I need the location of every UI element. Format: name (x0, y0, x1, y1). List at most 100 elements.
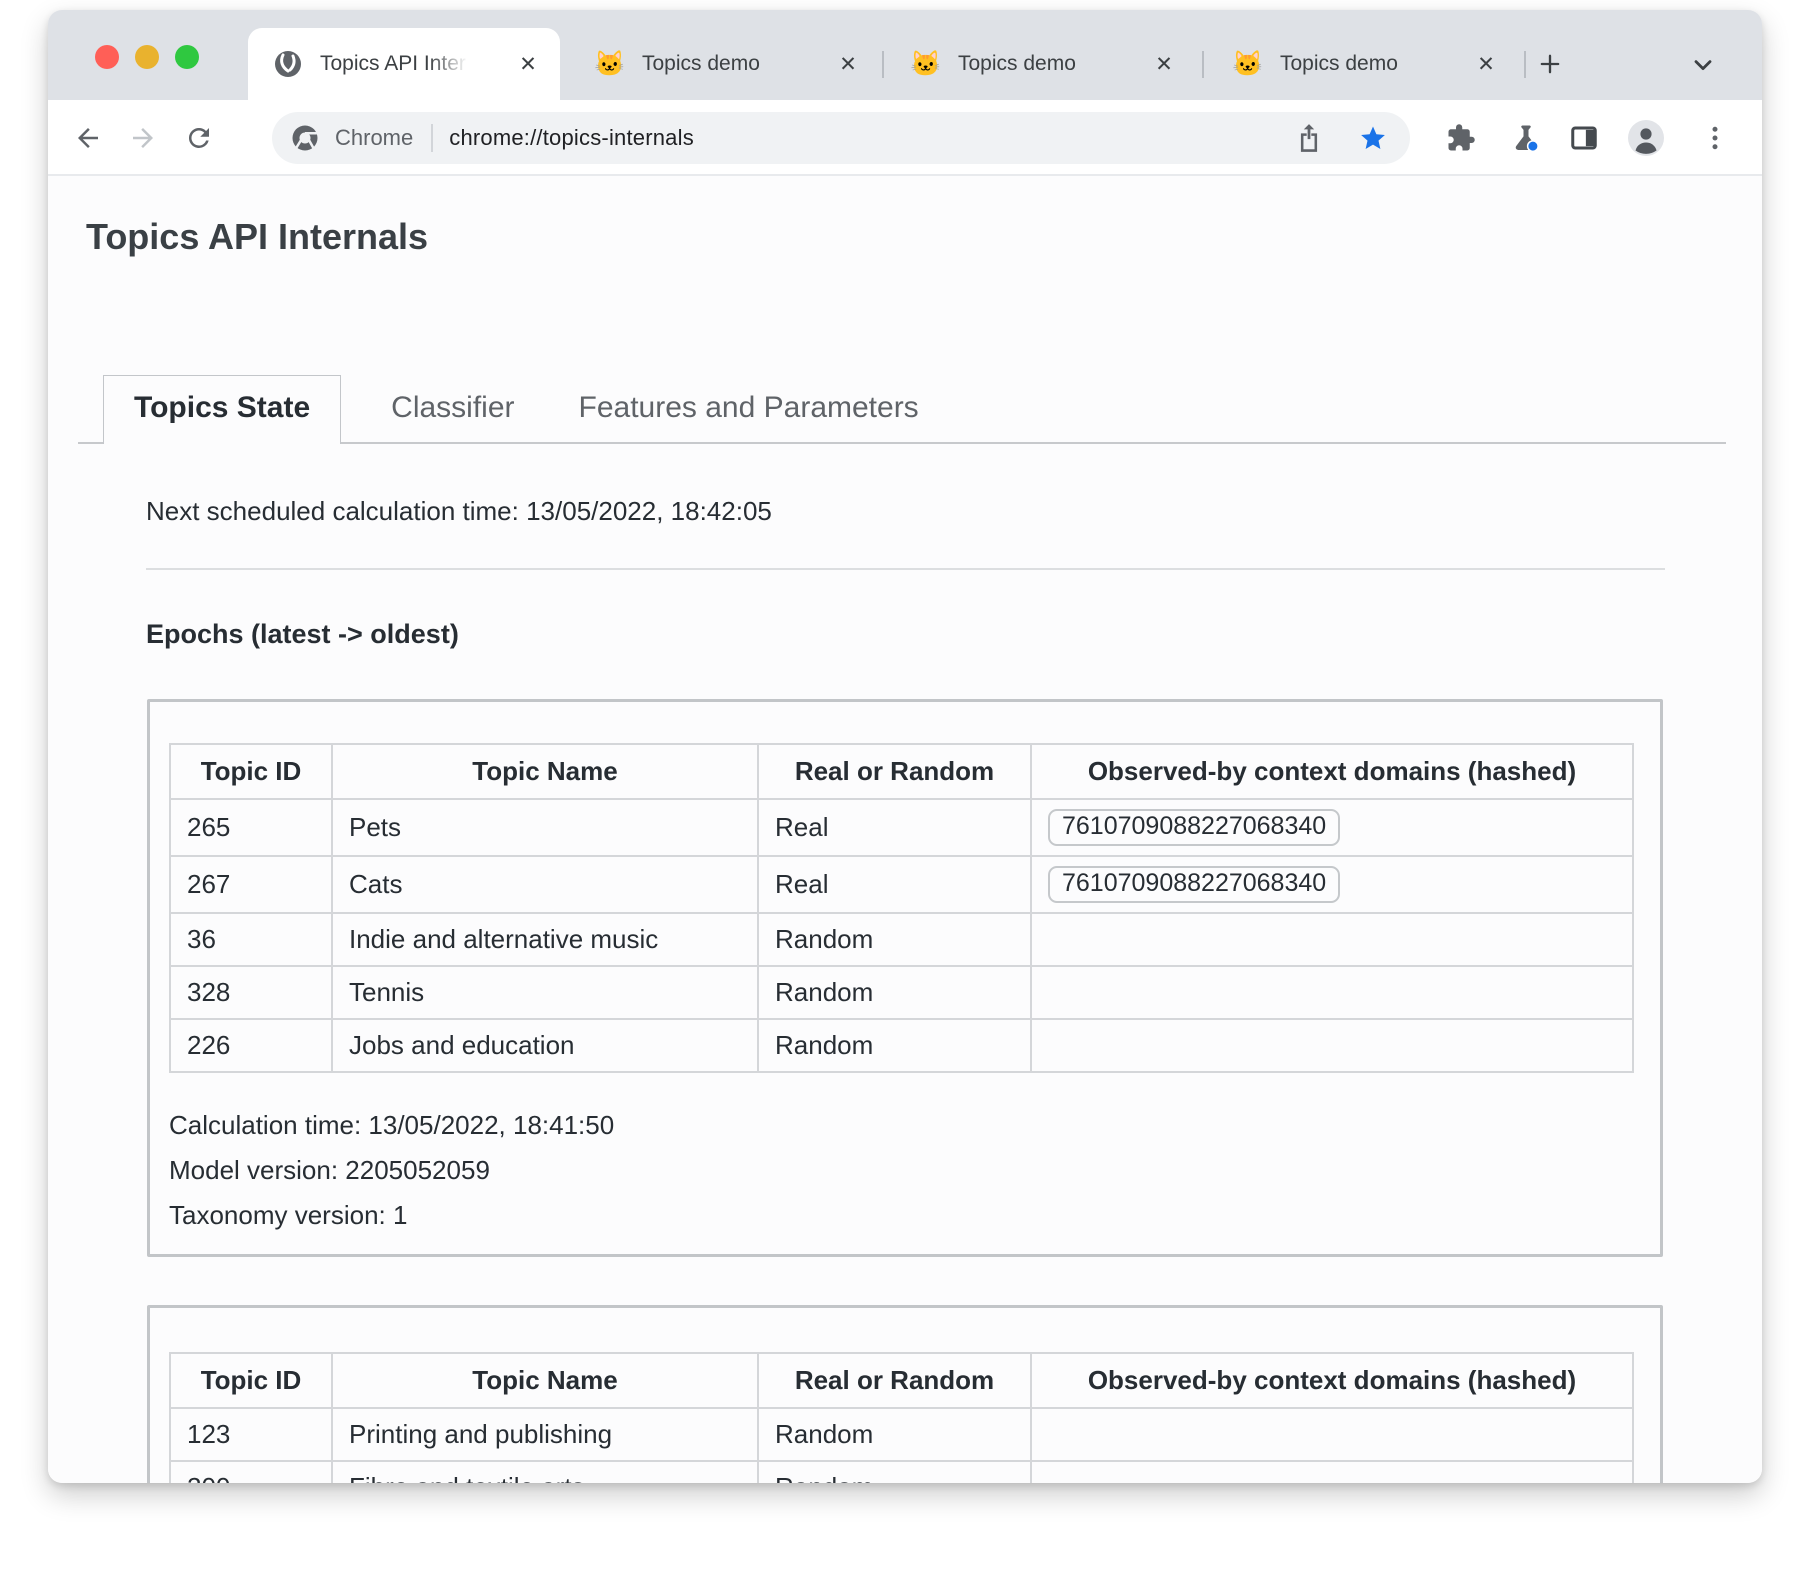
extensions-button[interactable] (1446, 123, 1476, 153)
close-window-button[interactable] (95, 45, 119, 69)
profile-avatar[interactable] (1628, 120, 1658, 150)
person-icon (1628, 120, 1664, 156)
topic-id-cell: 200 (170, 1461, 332, 1483)
domains-cell (1031, 1461, 1633, 1483)
topic-name-cell: Printing and publishing (332, 1408, 758, 1461)
browser-tab-topics-demo-1[interactable]: 🐱 Topics demo ✕ (570, 28, 880, 100)
col-observed-domains: Observed-by context domains (hashed) (1031, 744, 1633, 799)
table-row: 267 Cats Real 7610709088227068340 (170, 856, 1633, 913)
col-topic-id: Topic ID (170, 1353, 332, 1408)
tab-features-and-parameters[interactable]: Features and Parameters (553, 376, 945, 442)
tab-search-chevron-button[interactable] (1688, 49, 1718, 79)
topic-id-cell: 265 (170, 799, 332, 856)
browser-menu-button[interactable] (1700, 123, 1730, 153)
zoom-window-button[interactable] (175, 45, 199, 69)
topic-id-cell: 328 (170, 966, 332, 1019)
chevron-down-icon (1689, 50, 1717, 78)
reload-icon (184, 123, 214, 153)
topic-id-cell: 267 (170, 856, 332, 913)
table-header-row: Topic ID Topic Name Real or Random Obser… (170, 1353, 1633, 1408)
real-or-random-cell: Random (758, 1019, 1031, 1072)
back-button[interactable] (73, 123, 103, 153)
tab-close-icon[interactable]: ✕ (1152, 52, 1176, 76)
tab-title: Topics demo (1280, 52, 1398, 76)
bookmark-star-button[interactable] (1358, 123, 1388, 153)
tab-separator (1202, 51, 1204, 78)
real-or-random-cell: Random (758, 966, 1031, 1019)
epoch-panel-1: Topic ID Topic Name Real or Random Obser… (147, 699, 1663, 1257)
topic-id-cell: 36 (170, 913, 332, 966)
page-content: Topics API Internals Topics State Classi… (48, 176, 1762, 1483)
browser-tab-topics-demo-3[interactable]: 🐱 Topics demo ✕ (1208, 28, 1518, 100)
col-observed-domains: Observed-by context domains (hashed) (1031, 1353, 1633, 1408)
minimize-window-button[interactable] (135, 45, 159, 69)
epoch-table-2: Topic ID Topic Name Real or Random Obser… (169, 1352, 1634, 1483)
epoch-metadata: Calculation time: 13/05/2022, 18:41:50 M… (169, 1103, 1641, 1238)
browser-tab-topics-internals[interactable]: Topics API Intern ✕ (248, 28, 560, 100)
url-text: chrome://topics-internals (449, 125, 694, 151)
real-or-random-cell: Random (758, 1461, 1031, 1483)
plus-icon (1536, 50, 1564, 78)
forward-button[interactable] (128, 123, 158, 153)
reload-button[interactable] (184, 123, 214, 153)
col-real-or-random: Real or Random (758, 1353, 1031, 1408)
calculation-time: Calculation time: 13/05/2022, 18:41:50 (169, 1103, 1641, 1148)
domains-cell (1031, 1019, 1633, 1072)
tab-close-icon[interactable]: ✕ (516, 52, 540, 76)
model-version: Model version: 2205052059 (169, 1148, 1641, 1193)
table-row: 265 Pets Real 7610709088227068340 (170, 799, 1633, 856)
page-tab-bar: Topics State Classifier Features and Par… (78, 375, 1726, 444)
topic-name-cell: Fibre and textile arts (332, 1461, 758, 1483)
page-title: Topics API Internals (86, 214, 1762, 260)
topic-id-cell: 123 (170, 1408, 332, 1461)
tab-topics-state[interactable]: Topics State (103, 375, 341, 444)
col-topic-name: Topic Name (332, 1353, 758, 1408)
table-row: 226 Jobs and education Random (170, 1019, 1633, 1072)
domains-cell (1031, 966, 1633, 1019)
hashed-domain-field[interactable]: 7610709088227068340 (1048, 809, 1340, 846)
tab-close-icon[interactable]: ✕ (1474, 52, 1498, 76)
next-calculation-time: Next scheduled calculation time: 13/05/2… (146, 495, 1762, 527)
divider (146, 568, 1665, 570)
topic-name-cell: Cats (332, 856, 758, 913)
col-topic-id: Topic ID (170, 744, 332, 799)
share-button[interactable] (1295, 123, 1323, 153)
experiments-flask-button[interactable] (1511, 123, 1541, 153)
table-header-row: Topic ID Topic Name Real or Random Obser… (170, 744, 1633, 799)
search-engine-label: Chrome (335, 125, 413, 151)
tab-separator (882, 51, 884, 78)
topic-name-cell: Jobs and education (332, 1019, 758, 1072)
epoch-table-1: Topic ID Topic Name Real or Random Obser… (169, 743, 1634, 1073)
real-or-random-cell: Random (758, 913, 1031, 966)
star-icon (1358, 123, 1388, 153)
hashed-domain-field[interactable]: 7610709088227068340 (1048, 866, 1340, 903)
tab-classifier[interactable]: Classifier (365, 376, 540, 442)
cat-favicon-icon: 🐱 (1232, 48, 1264, 80)
tab-close-icon[interactable]: ✕ (836, 52, 860, 76)
real-or-random-cell: Random (758, 1408, 1031, 1461)
new-tab-button[interactable] (1535, 49, 1565, 79)
real-or-random-cell: Real (758, 799, 1031, 856)
back-arrow-icon (73, 123, 103, 153)
tab-strip: Topics API Intern ✕ 🐱 Topics demo ✕ 🐱 To… (48, 10, 1762, 100)
browser-toolbar: Chrome chrome://topics-internals (48, 100, 1762, 176)
side-panel-button[interactable] (1569, 123, 1599, 153)
three-dot-menu-icon (1700, 123, 1730, 153)
browser-tab-topics-demo-2[interactable]: 🐱 Topics demo ✕ (886, 28, 1196, 100)
chrome-logo-icon (290, 123, 320, 153)
domains-cell: 7610709088227068340 (1031, 799, 1633, 856)
tab-title: Topics demo (642, 52, 760, 76)
col-topic-name: Topic Name (332, 744, 758, 799)
browser-window: Topics API Intern ✕ 🐱 Topics demo ✕ 🐱 To… (48, 10, 1762, 1483)
globe-icon (272, 48, 304, 80)
domains-cell: 7610709088227068340 (1031, 856, 1633, 913)
flask-icon (1511, 123, 1541, 153)
address-divider (431, 124, 433, 152)
table-row: 36 Indie and alternative music Random (170, 913, 1633, 966)
side-panel-icon (1569, 123, 1599, 153)
epoch-panel-2: Topic ID Topic Name Real or Random Obser… (147, 1305, 1663, 1483)
cat-favicon-icon: 🐱 (910, 48, 942, 80)
address-bar[interactable]: Chrome chrome://topics-internals (272, 112, 1410, 164)
tab-title: Topics API Intern (320, 52, 472, 76)
tab-title: Topics demo (958, 52, 1076, 76)
